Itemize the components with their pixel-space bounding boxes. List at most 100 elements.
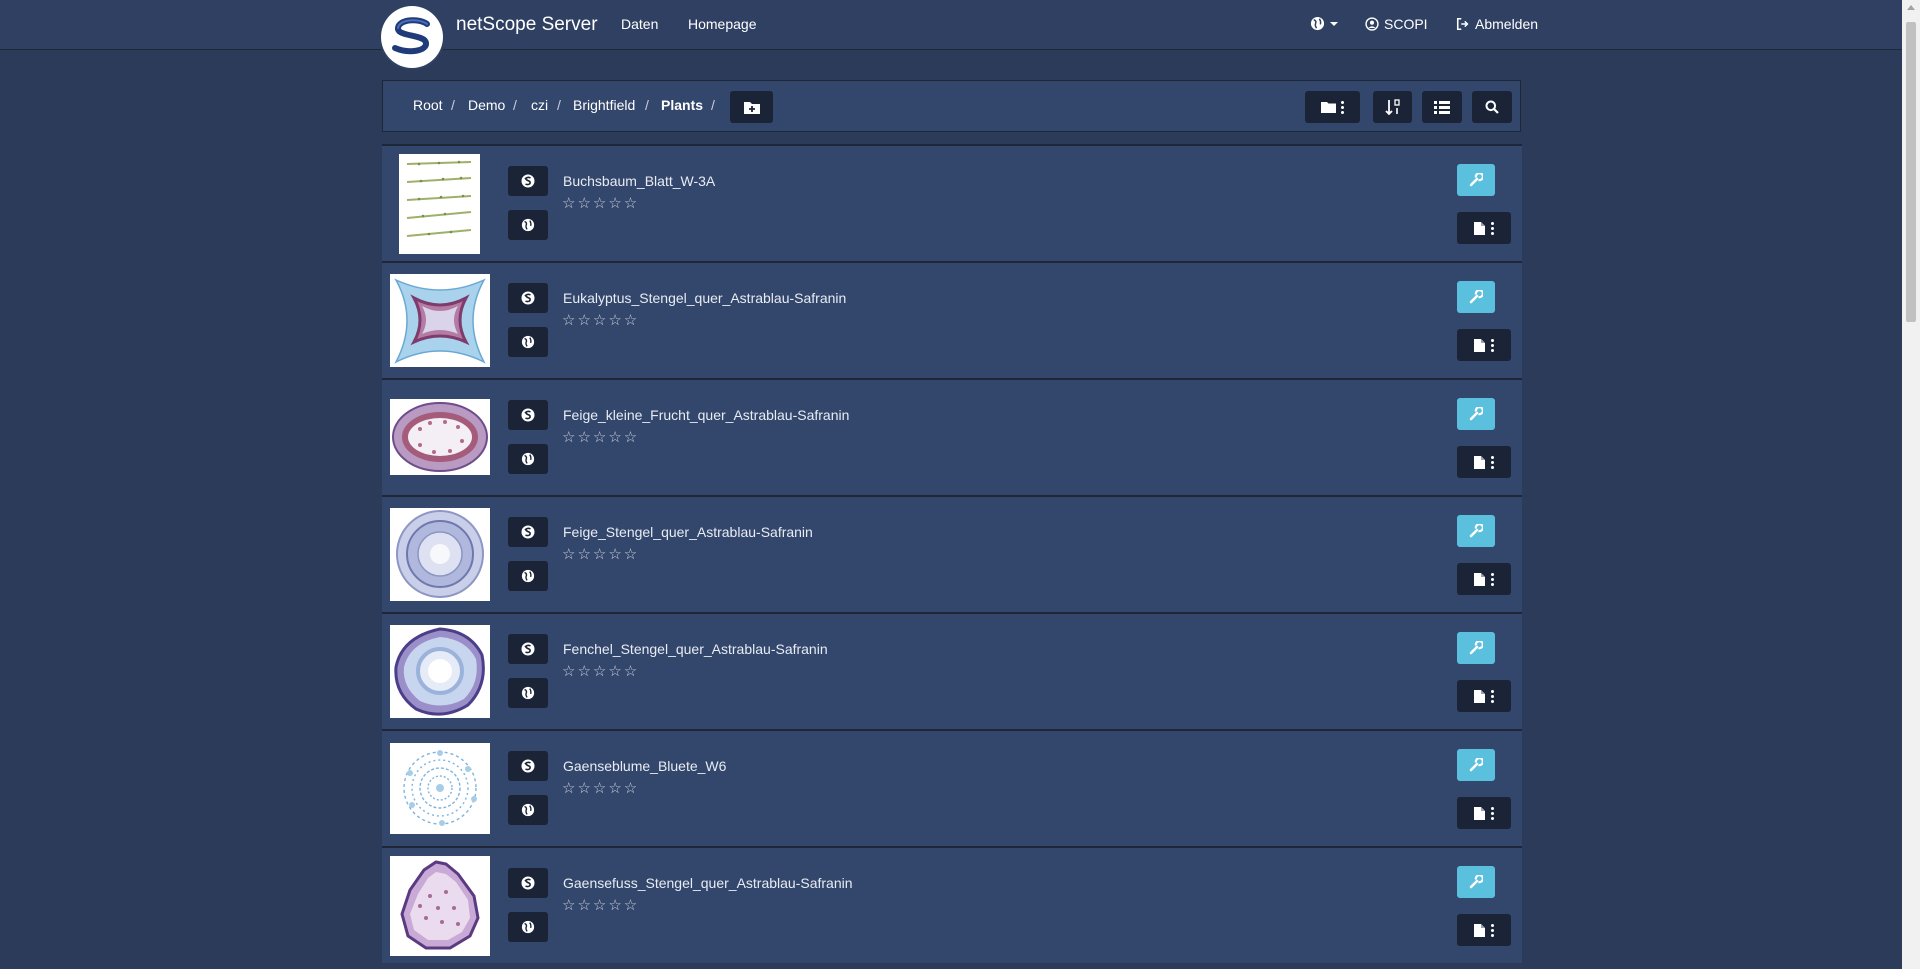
file-name[interactable]: Buchsbaum_Blatt_W-3A (563, 173, 715, 189)
logout-link[interactable]: Abmelden (1456, 16, 1538, 32)
slide-thumbnail[interactable] (390, 508, 490, 601)
page-scrollbar[interactable] (1902, 0, 1920, 969)
breadcrumb-brightfield[interactable]: Brightfield (573, 97, 635, 113)
app-logo[interactable] (381, 6, 443, 68)
file-menu-button[interactable] (1457, 329, 1511, 361)
slide-thumbnail[interactable] (390, 856, 490, 956)
breadcrumb-root[interactable]: Root (413, 97, 443, 113)
file-name[interactable]: Feige_kleine_Frucht_quer_Astrablau-Safra… (563, 407, 849, 423)
globe-icon (521, 686, 535, 700)
share-button[interactable] (508, 795, 548, 825)
nav-link-homepage[interactable]: Homepage (688, 16, 757, 32)
settings-button[interactable] (1457, 749, 1495, 781)
viewer-icon (521, 174, 535, 188)
file-menu-button[interactable] (1457, 914, 1511, 946)
rating-stars[interactable]: ☆☆☆☆☆ (562, 779, 639, 797)
open-viewer-button[interactable] (508, 868, 548, 898)
folder-menu-button[interactable] (1305, 91, 1360, 123)
scroll-up-arrow-icon[interactable] (1907, 5, 1915, 10)
globe-icon (521, 803, 535, 817)
file-menu-button[interactable] (1457, 563, 1511, 595)
open-viewer-button[interactable] (508, 517, 548, 547)
list-item[interactable]: Buchsbaum_Blatt_W-3A ☆☆☆☆☆ (382, 144, 1522, 261)
rating-stars[interactable]: ☆☆☆☆☆ (562, 194, 639, 212)
file-icon (1474, 455, 1485, 469)
settings-button[interactable] (1457, 398, 1495, 430)
brand-title[interactable]: netScope Server (456, 14, 598, 36)
settings-button[interactable] (1457, 281, 1495, 313)
new-folder-button[interactable] (730, 91, 773, 123)
file-name[interactable]: Eukalyptus_Stengel_quer_Astrablau-Safran… (563, 290, 846, 306)
breadcrumb-czi[interactable]: czi (531, 97, 548, 113)
list-icon (1434, 100, 1450, 114)
wrench-icon (1469, 173, 1483, 187)
rating-stars[interactable]: ☆☆☆☆☆ (562, 545, 639, 563)
rating-stars[interactable]: ☆☆☆☆☆ (562, 428, 639, 446)
rating-stars[interactable]: ☆☆☆☆☆ (562, 662, 639, 680)
nav-link-daten[interactable]: Daten (621, 16, 658, 32)
folder-plus-icon (743, 101, 760, 114)
open-viewer-button[interactable] (508, 166, 548, 196)
open-viewer-button[interactable] (508, 283, 548, 313)
wrench-icon (1469, 290, 1483, 304)
globe-icon (521, 920, 535, 934)
caret-down-icon (1330, 21, 1338, 26)
viewer-icon (521, 291, 535, 305)
file-menu-button[interactable] (1457, 680, 1511, 712)
slide-thumbnail[interactable] (390, 743, 490, 834)
settings-button[interactable] (1457, 866, 1495, 898)
file-menu-button[interactable] (1457, 446, 1511, 478)
slide-thumbnail[interactable] (390, 625, 490, 718)
folder-icon (1321, 102, 1336, 113)
file-name[interactable]: Feige_Stengel_quer_Astrablau-Safranin (563, 524, 813, 540)
rating-stars[interactable]: ☆☆☆☆☆ (562, 311, 639, 329)
list-item[interactable]: Feige_Stengel_quer_Astrablau-Safranin ☆☆… (382, 495, 1522, 612)
language-dropdown[interactable] (1310, 16, 1338, 31)
logout-label: Abmelden (1475, 16, 1539, 32)
list-item[interactable]: Feige_kleine_Frucht_quer_Astrablau-Safra… (382, 378, 1522, 495)
file-menu-button[interactable] (1457, 212, 1511, 244)
share-button[interactable] (508, 327, 548, 357)
globe-icon (521, 452, 535, 466)
globe-icon (521, 569, 535, 583)
slide-thumbnail[interactable] (399, 154, 480, 254)
share-button[interactable] (508, 912, 548, 942)
breadcrumb-separator: / (513, 97, 517, 113)
ellipsis-vertical-icon (1491, 221, 1494, 235)
share-button[interactable] (508, 210, 548, 240)
list-item[interactable]: Eukalyptus_Stengel_quer_Astrablau-Safran… (382, 261, 1522, 378)
breadcrumb-separator: / (645, 97, 649, 113)
search-icon (1485, 100, 1499, 114)
share-button[interactable] (508, 444, 548, 474)
open-viewer-button[interactable] (508, 634, 548, 664)
file-name[interactable]: Fenchel_Stengel_quer_Astrablau-Safranin (563, 641, 828, 657)
file-name[interactable]: Gaensefuss_Stengel_quer_Astrablau-Safran… (563, 875, 853, 891)
list-item[interactable]: Gaensefuss_Stengel_quer_Astrablau-Safran… (382, 846, 1522, 963)
scrollbar-thumb[interactable] (1906, 22, 1916, 322)
share-button[interactable] (508, 561, 548, 591)
open-viewer-button[interactable] (508, 751, 548, 781)
list-item[interactable]: Fenchel_Stengel_quer_Astrablau-Safranin … (382, 612, 1522, 729)
rating-stars[interactable]: ☆☆☆☆☆ (562, 896, 639, 914)
slide-thumbnail[interactable] (390, 399, 490, 475)
user-menu[interactable]: SCOPI (1365, 16, 1428, 32)
file-menu-button[interactable] (1457, 797, 1511, 829)
search-button[interactable] (1472, 91, 1512, 123)
fenchel-slide-image (394, 627, 485, 716)
viewer-icon (521, 408, 535, 422)
breadcrumb-separator: / (451, 97, 455, 113)
open-viewer-button[interactable] (508, 400, 548, 430)
list-item[interactable]: Gaenseblume_Bluete_W6 ☆☆☆☆☆ (382, 729, 1522, 846)
file-name[interactable]: Gaenseblume_Bluete_W6 (563, 758, 726, 774)
breadcrumb-separator: / (557, 97, 561, 113)
settings-button[interactable] (1457, 632, 1495, 664)
settings-button[interactable] (1457, 164, 1495, 196)
slide-thumbnail[interactable] (390, 274, 490, 367)
sort-button[interactable] (1373, 91, 1412, 123)
breadcrumb-demo[interactable]: Demo (468, 97, 505, 113)
gaensefuss-slide-image (400, 860, 480, 950)
settings-button[interactable] (1457, 515, 1495, 547)
list-view-button[interactable] (1422, 91, 1462, 123)
share-button[interactable] (508, 678, 548, 708)
file-icon (1474, 806, 1485, 820)
